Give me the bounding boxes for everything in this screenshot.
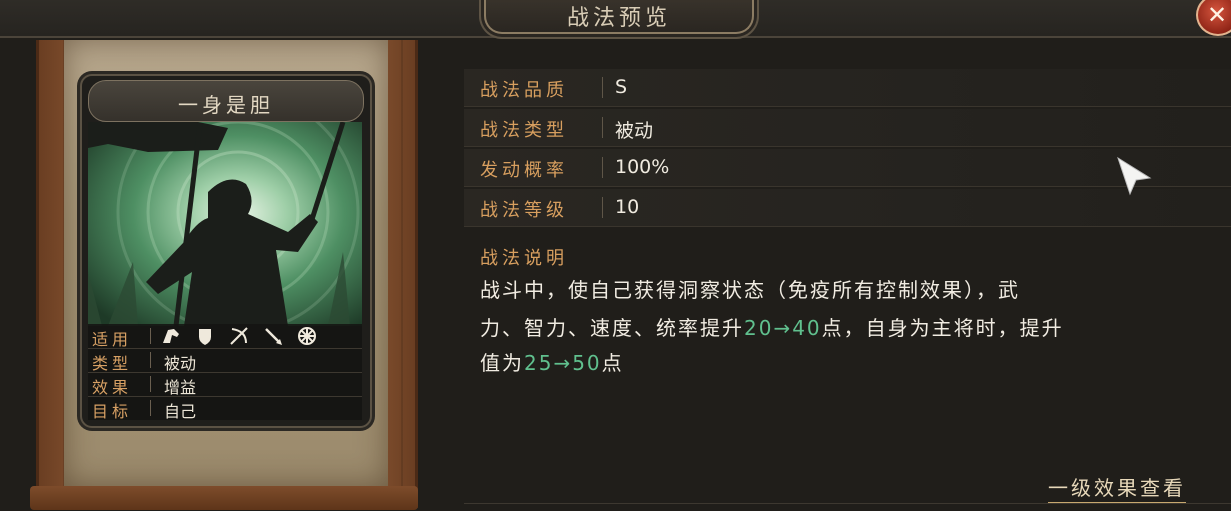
stat-value: 增益 (164, 378, 197, 397)
description-text: 点，自身为主将时，提升 (821, 316, 1064, 340)
description-line-2: 力、智力、速度、统率提升20→40点，自身为主将时，提升 (480, 312, 1064, 341)
stat-row-applicable: 适用 (88, 324, 362, 349)
archer-icon (230, 327, 248, 345)
close-icon: ✕ (1207, 1, 1228, 29)
scroll-roller (30, 486, 418, 510)
growth-value: 20→40 (744, 316, 822, 340)
stat-divider (150, 376, 151, 392)
description-text: 力、智力、速度、统率提升 (480, 316, 744, 340)
info-separator (602, 77, 603, 98)
stat-key: 效果 (92, 378, 133, 397)
stat-key: 类型 (92, 354, 133, 373)
info-key: 战法等级 (480, 200, 568, 221)
info-value: 被动 (615, 120, 654, 142)
description-text: 战斗中，使自己获得洞察状态（免疫所有控制效果），武 (480, 278, 1020, 302)
info-value: 10 (615, 196, 640, 218)
card-stats: 适用 类型 被动 效果 增益 目标 自己 (88, 324, 362, 421)
description-line-3: 值为25→50点 (480, 347, 624, 376)
description-line-1: 战斗中，使自己获得洞察状态（免疫所有控制效果），武 (480, 274, 1020, 303)
stat-row-target: 目标 自己 (88, 396, 362, 421)
info-key: 战法品质 (480, 80, 568, 101)
level-one-effect-link[interactable]: 一级效果查看 (1048, 472, 1186, 504)
info-separator (602, 157, 603, 178)
info-key: 战法类型 (480, 120, 568, 141)
mouse-pointer-icon (1117, 156, 1152, 196)
growth-value: 25→50 (524, 351, 602, 375)
description-text: 值为 (480, 351, 524, 375)
window-title: 战法预览 (566, 6, 671, 31)
spear-icon (265, 328, 282, 345)
info-key: 发动概率 (480, 160, 568, 181)
close-button[interactable]: ✕ (1196, 0, 1231, 36)
cavalry-icon (163, 329, 179, 343)
shield-icon (199, 329, 211, 345)
stat-divider (150, 352, 151, 368)
tactic-name: 一身是胆 (178, 93, 274, 117)
info-row-type: 战法类型 被动 (464, 109, 1231, 147)
title-bar: 战法预览 ✕ (0, 0, 1231, 38)
stat-divider (150, 328, 151, 344)
info-separator (602, 117, 603, 138)
bottom-divider (464, 503, 1231, 504)
description-text: 点 (601, 351, 624, 375)
info-value: 100% (615, 156, 670, 178)
info-value: S (615, 76, 628, 98)
general-portrait-image (88, 122, 362, 326)
stat-key: 目标 (92, 402, 133, 421)
info-separator (602, 197, 603, 218)
stat-value: 自己 (164, 402, 197, 421)
stat-divider (150, 400, 151, 416)
description-title: 战法说明 (480, 248, 568, 269)
tactic-card: 一身是胆 适用 类型 被动 效果 增益 目标 自己 (80, 74, 372, 428)
siege-icon (298, 327, 316, 345)
info-row-quality: 战法品质 S (464, 69, 1231, 107)
stat-row-type: 类型 被动 (88, 348, 362, 373)
stat-key: 适用 (92, 330, 133, 349)
title-plaque: 战法预览 (484, 0, 754, 34)
stat-value: 被动 (164, 354, 197, 373)
stat-row-effect: 效果 增益 (88, 372, 362, 397)
card-header: 一身是胆 (88, 80, 364, 122)
